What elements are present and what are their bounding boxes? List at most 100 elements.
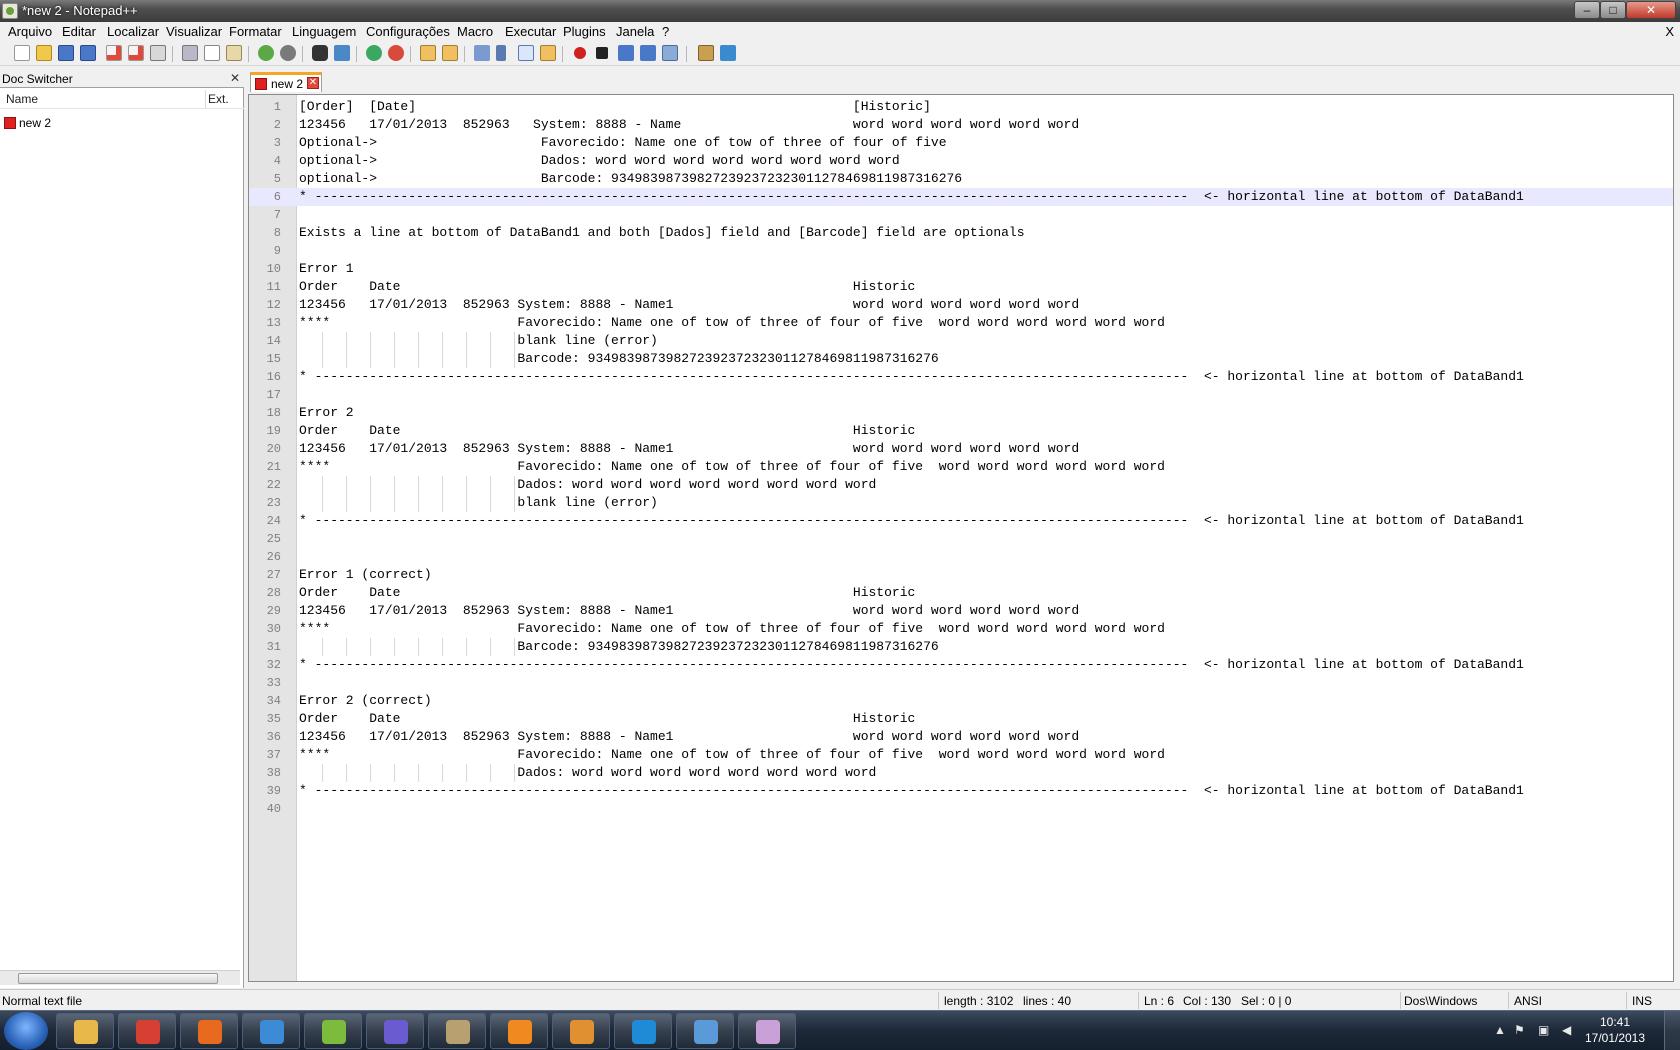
taskbar-button[interactable] [304,1013,362,1049]
editor-line[interactable]: 28 Order Date Historic [249,584,1673,602]
menu-editar[interactable]: Editar [62,24,96,39]
editor-line[interactable]: 7 [249,206,1673,224]
network-icon[interactable]: ▣ [1538,1023,1552,1037]
show-desktop-button[interactable] [1664,1011,1680,1050]
title-bar[interactable]: *new 2 - Notepad++ – □ ✕ [0,0,1680,22]
editor-line[interactable]: 26 [249,548,1673,566]
print-icon[interactable] [150,45,166,61]
editor-line[interactable]: 12 123456 17/01/2013 852963 System: 8888 … [249,296,1673,314]
editor-line[interactable]: 4 optional-> Dados: word word word word w… [249,152,1673,170]
editor-line[interactable]: 6 * -------------------------------------… [249,188,1673,206]
taskbar-button[interactable] [180,1013,238,1049]
editor-line[interactable]: 18 Error 2 [249,404,1673,422]
word-wrap-icon[interactable] [474,45,490,61]
copy-icon[interactable] [204,45,220,61]
editor-line[interactable]: 34 Error 2 (correct) [249,692,1673,710]
sync-vertical-icon[interactable] [420,45,436,61]
save-icon[interactable] [58,45,74,61]
start-button[interactable] [4,1012,48,1050]
show-all-characters-icon[interactable] [496,45,506,61]
cut-icon[interactable] [182,45,198,61]
editor-line[interactable]: 23 blank line (error) [249,494,1673,512]
editor-line[interactable]: 9 [249,242,1673,260]
editor-line[interactable]: 10 Error 1 [249,260,1673,278]
close-icon[interactable] [106,45,122,61]
menu-localizar[interactable]: Localizar [107,24,159,39]
zoom-out-icon[interactable] [388,45,404,61]
taskbar-button[interactable] [56,1013,114,1049]
find-icon[interactable] [312,45,328,61]
close-document-button[interactable]: X [1665,24,1674,39]
taskbar-button[interactable] [118,1013,176,1049]
text-editor[interactable]: 1 [Order] [Date] [Historic] 2 123456 17/01/… [248,94,1674,982]
menu-arquivo[interactable]: Arquivo [8,24,52,39]
maximize-button[interactable]: □ [1600,1,1626,19]
undo-icon[interactable] [258,45,274,61]
editor-line[interactable]: 31 Barcode: 9349839873982723923723230112… [249,638,1673,656]
editor-line[interactable]: 2 123456 17/01/2013 852963 System: 8888 -… [249,116,1673,134]
editor-line[interactable]: 37 **** Favorecido: Name one of tow of th… [249,746,1673,764]
editor-line[interactable]: 14 blank line (error) [249,332,1673,350]
redo-icon[interactable] [280,45,296,61]
tab-close-icon[interactable]: ✕ [307,77,319,89]
run-macro-multiple-icon[interactable] [640,45,656,61]
taskbar-button[interactable] [676,1013,734,1049]
menu-executar[interactable]: Executar [505,24,556,39]
doc-switcher-close-button[interactable]: ✕ [230,71,240,85]
doc-switcher-horizontal-scrollbar[interactable] [0,970,240,985]
editor-line[interactable]: 27 Error 1 (correct) [249,566,1673,584]
menu-plugins[interactable]: Plugins [563,24,606,39]
folder-as-workspace-icon[interactable] [540,45,556,61]
close-button[interactable]: ✕ [1626,1,1676,19]
editor-line[interactable]: 38 Dados: word word word word word word … [249,764,1673,782]
show-hidden-icons-icon[interactable]: ▲ [1494,1023,1508,1037]
editor-line[interactable]: 36 123456 17/01/2013 852963 System: 8888 … [249,728,1673,746]
record-macro-icon[interactable] [574,47,586,59]
close-all-icon[interactable] [128,45,144,61]
editor-line[interactable]: 13 **** Favorecido: Name one of tow of th… [249,314,1673,332]
taskbar-button[interactable] [366,1013,424,1049]
taskbar-button[interactable] [552,1013,610,1049]
editor-line[interactable]: 17 [249,386,1673,404]
stop-macro-icon[interactable] [596,47,608,59]
column-divider[interactable] [205,90,206,108]
new-file-icon[interactable] [14,45,30,61]
editor-line[interactable]: 24 * ------------------------------------… [249,512,1673,530]
taskbar-button[interactable] [242,1013,300,1049]
system-clock[interactable]: 10:41 17/01/2013 [1580,1014,1650,1046]
volume-icon[interactable]: ◀ [1562,1023,1576,1037]
editor-line[interactable]: 5 optional-> Barcode: 9349839873982723923… [249,170,1673,188]
editor-line[interactable]: 1 [Order] [Date] [Historic] [249,98,1673,116]
menu-janela[interactable]: Janela [616,24,654,39]
tab-new-2[interactable]: new 2 ✕ [250,72,322,92]
paste-icon[interactable] [226,45,242,61]
menu-linguagem[interactable]: Linguagem [292,24,356,39]
zoom-in-icon[interactable] [366,45,382,61]
editor-line[interactable]: 22 Dados: word word word word word word … [249,476,1673,494]
editor-line[interactable]: 8 Exists a line at bottom of DataBand1 an… [249,224,1673,242]
editor-line[interactable]: 3 Optional-> Favorecido: Name one of tow … [249,134,1673,152]
menu-formatar[interactable]: Formatar [229,24,282,39]
menu-visualizar[interactable]: Visualizar [166,24,222,39]
action-center-flag-icon[interactable]: ⚑ [1514,1023,1528,1037]
sync-horizontal-icon[interactable] [442,45,458,61]
editor-line[interactable]: 15 Barcode: 9349839873982723923723230112… [249,350,1673,368]
column-header-ext[interactable]: Ext. [208,92,229,106]
editor-line[interactable]: 16 * ------------------------------------… [249,368,1673,386]
launch-browser-icon[interactable] [698,45,714,61]
editor-line[interactable]: 21 **** Favorecido: Name one of tow of th… [249,458,1673,476]
taskbar-button[interactable] [614,1013,672,1049]
taskbar-button[interactable] [490,1013,548,1049]
open-file-icon[interactable] [36,45,52,61]
minimize-button[interactable]: – [1574,1,1600,19]
editor-line[interactable]: 32 * ------------------------------------… [249,656,1673,674]
menu-macro[interactable]: Macro [457,24,493,39]
save-all-icon[interactable] [80,45,96,61]
indent-guide-icon[interactable] [518,45,534,61]
scrollbar-thumb[interactable] [18,973,218,984]
save-macro-icon[interactable] [662,45,678,61]
editor-line[interactable]: 39 * ------------------------------------… [249,782,1673,800]
editor-line[interactable]: 40 [249,800,1673,818]
editor-line[interactable]: 30 **** Favorecido: Name one of tow of th… [249,620,1673,638]
replace-icon[interactable] [334,45,350,61]
